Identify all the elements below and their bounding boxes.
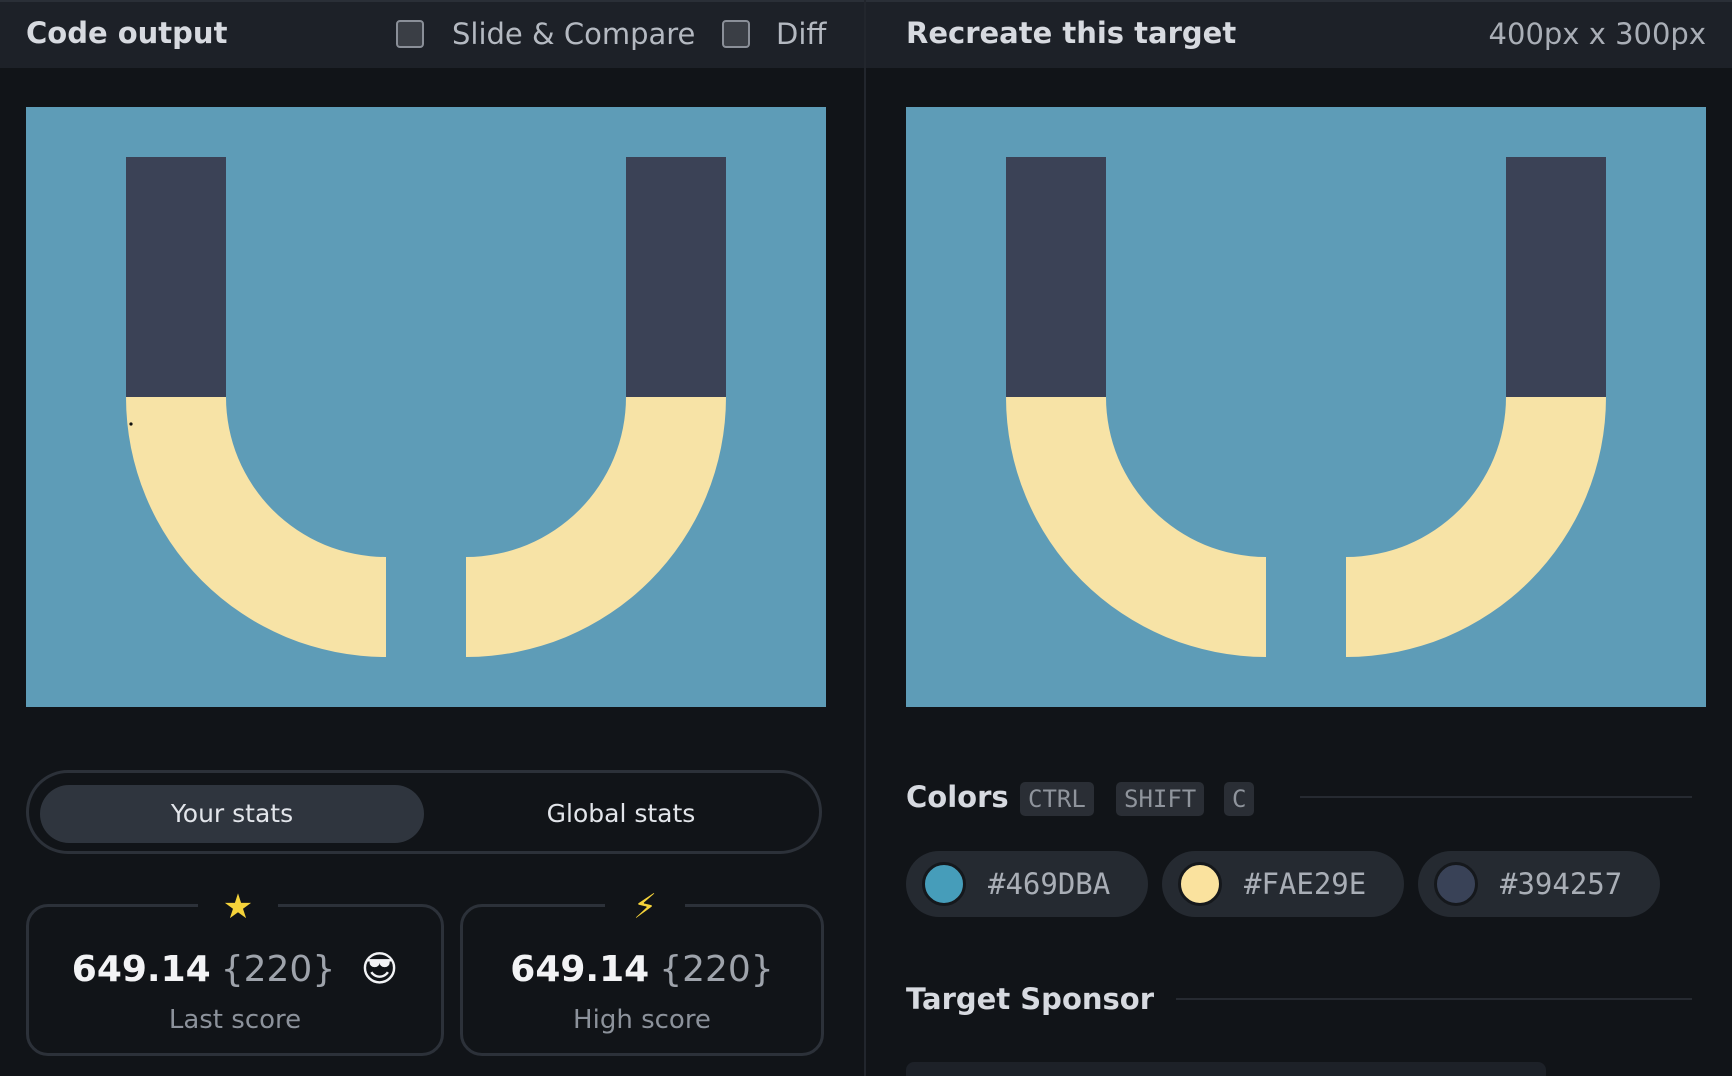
- lightning-icon: ⚡: [605, 887, 685, 927]
- code-output-header: Code output Slide & Compare Diff: [0, 0, 864, 68]
- target-panel: Recreate this target 400px x 300px Color…: [866, 0, 1732, 1076]
- color-swatch-yellow[interactable]: #FAE29E: [1162, 851, 1404, 917]
- diff-checkbox[interactable]: [722, 20, 750, 48]
- target-canvas: [906, 107, 1706, 707]
- colors-title: Colors: [906, 780, 1009, 814]
- cursor-dot: [129, 422, 133, 426]
- high-score-number: 649.14: [510, 949, 650, 990]
- sunglasses-emoji-icon: 😎: [360, 949, 399, 990]
- color-swatch-blue[interactable]: #469DBA: [906, 851, 1148, 917]
- code-output-title: Code output: [26, 16, 228, 50]
- swatch-dot: [1434, 862, 1478, 906]
- kbd-c: C: [1224, 782, 1255, 816]
- target-sponsor-title: Target Sponsor: [906, 982, 1155, 1016]
- last-score-label: Last score: [168, 1005, 302, 1035]
- high-score-label: High score: [573, 1005, 711, 1035]
- swatch-hex: #FAE29E: [1244, 867, 1367, 901]
- target-header: Recreate this target 400px x 300px: [866, 0, 1732, 68]
- right-pillar: [626, 157, 726, 397]
- swatch-dot: [922, 862, 966, 906]
- star-icon: ★: [198, 887, 278, 927]
- kbd-ctrl: CTRL: [1020, 782, 1094, 816]
- sponsor-card[interactable]: [906, 1062, 1546, 1076]
- high-score-card: ⚡ 649.14 {220} High score: [460, 887, 824, 1056]
- sponsor-rule: [1176, 998, 1692, 1000]
- slide-compare-checkbox[interactable]: [396, 20, 424, 48]
- stats-toggle: Your stats Global stats: [26, 770, 822, 854]
- target-left-pillar: [1006, 157, 1106, 397]
- left-pillar: [126, 157, 226, 397]
- swatch-hex: #469DBA: [988, 867, 1111, 901]
- high-score-value: 649.14 {220}: [463, 949, 821, 990]
- code-output-canvas[interactable]: [26, 107, 826, 707]
- high-score-count: {220}: [659, 949, 774, 990]
- diff-label[interactable]: Diff: [776, 17, 826, 51]
- target-dimensions: 400px x 300px: [1488, 17, 1706, 51]
- global-stats-tab[interactable]: Global stats: [429, 785, 813, 843]
- last-score-card: ★ 649.14 {220} 😎 Last score: [26, 887, 444, 1056]
- color-swatch-slate[interactable]: #394257: [1418, 851, 1660, 917]
- target-render: [906, 107, 1706, 707]
- last-score-value: 649.14 {220} 😎: [29, 949, 441, 990]
- output-render: [26, 107, 826, 707]
- colors-rule: [1300, 796, 1692, 798]
- your-stats-tab[interactable]: Your stats: [40, 785, 424, 843]
- last-score-count: {220}: [220, 949, 336, 990]
- swatch-dot: [1178, 862, 1222, 906]
- last-score-number: 649.14: [71, 949, 211, 990]
- target-title: Recreate this target: [906, 16, 1237, 50]
- code-output-panel: Code output Slide & Compare Diff Your st…: [0, 0, 864, 1076]
- slide-compare-label[interactable]: Slide & Compare: [452, 17, 695, 51]
- kbd-shift: SHIFT: [1116, 782, 1205, 816]
- target-right-pillar: [1506, 157, 1606, 397]
- swatch-hex: #394257: [1500, 867, 1623, 901]
